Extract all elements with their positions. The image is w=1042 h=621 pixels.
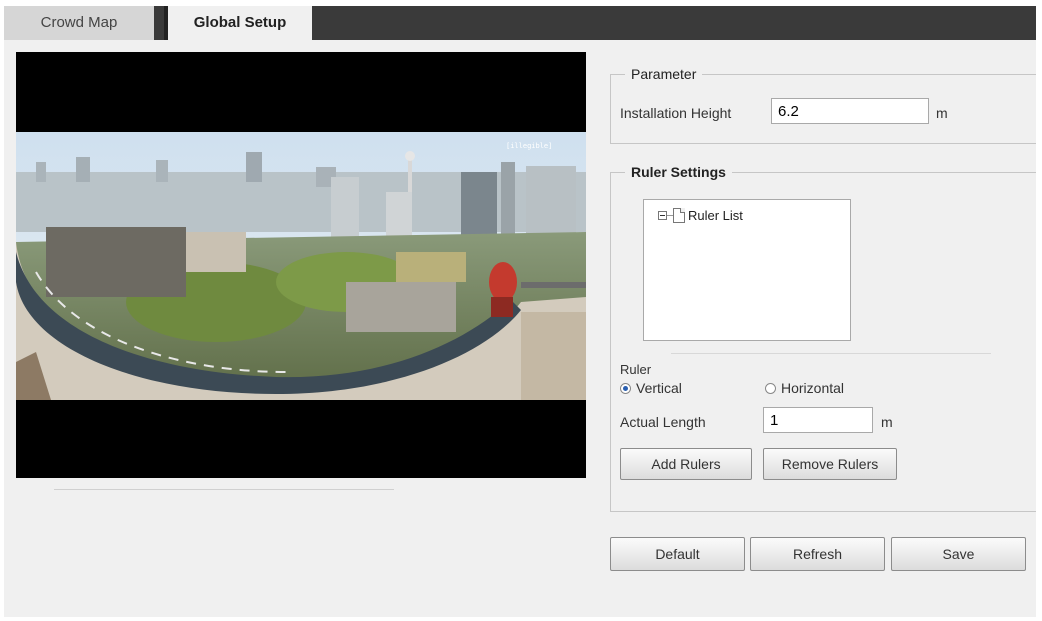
video-divider [54,489,394,490]
ruler-settings-divider [671,353,991,354]
actual-length-unit: m [881,414,893,430]
ruler-label: Ruler [620,362,652,377]
ruler-list-tree[interactable]: Ruler List [643,199,851,341]
actual-length-input[interactable] [763,407,873,433]
refresh-button[interactable]: Refresh [750,537,885,571]
collapse-icon[interactable] [658,211,667,220]
camera-scene-image [16,132,586,400]
video-timestamp-overlay: [illegible] [506,142,553,150]
tab-bar: Crowd Map Global Setup [4,6,1036,40]
radio-vertical-label: Vertical [636,380,682,396]
default-button[interactable]: Default [610,537,745,571]
add-rulers-button[interactable]: Add Rulers [620,448,752,480]
radio-vertical[interactable]: Vertical [620,380,682,396]
installation-height-unit: m [936,105,948,121]
ruler-settings-group: Ruler Settings Ruler List Ruler Vertical… [610,164,1036,512]
tab-crowd-map[interactable]: Crowd Map [4,6,154,40]
parameter-legend: Parameter [625,66,703,82]
ruler-list-root[interactable]: Ruler List [658,208,743,223]
ruler-settings-legend: Ruler Settings [625,164,732,180]
parameter-group: Parameter Installation Height m [610,66,1036,144]
ruler-list-label: Ruler List [688,208,743,223]
actual-length-label: Actual Length [620,414,706,430]
global-setup-panel: [illegible] Parameter Installation Heigh… [4,40,1036,617]
tab-global-setup[interactable]: Global Setup [164,6,312,40]
remove-rulers-button[interactable]: Remove Rulers [763,448,897,480]
radio-horizontal[interactable]: Horizontal [765,380,844,396]
installation-height-input[interactable] [771,98,929,124]
installation-height-label: Installation Height [620,105,732,121]
radio-selected-icon[interactable] [620,382,631,394]
radio-horizontal-label: Horizontal [781,380,845,396]
video-preview[interactable]: [illegible] [16,52,586,478]
document-icon [673,208,685,223]
save-button[interactable]: Save [891,537,1026,571]
radio-unselected-icon[interactable] [765,382,776,394]
